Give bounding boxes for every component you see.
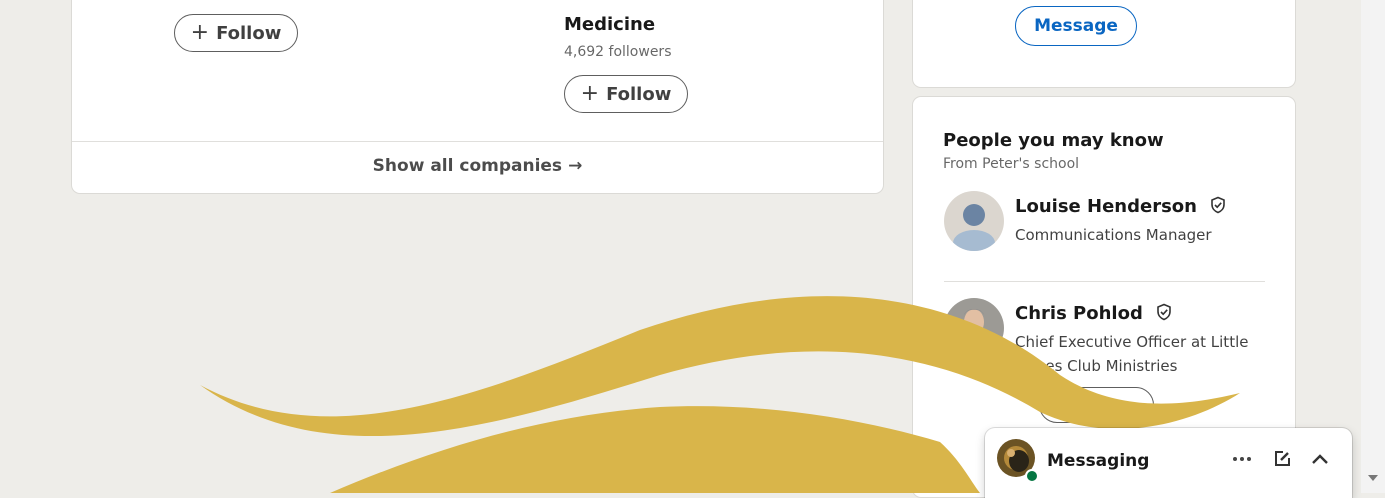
messaging-bar[interactable]: Messaging [985, 428, 1352, 498]
follow-button[interactable]: + Follow [174, 14, 298, 52]
chevron-up-icon[interactable] [1307, 446, 1333, 472]
profile-card: Message [913, 0, 1295, 87]
profile-photo [944, 298, 1004, 358]
person-headline: Chief Executive Officer at Little Pieces… [1015, 333, 1249, 375]
plus-icon: + [580, 81, 600, 106]
avatar[interactable] [944, 298, 1004, 358]
follow-label: Follow [606, 83, 672, 105]
companies-card: + Follow Medicine 4,692 followers + Foll… [72, 0, 883, 193]
message-button[interactable]: Message [1015, 6, 1137, 46]
divider [944, 281, 1265, 282]
show-all-companies-button[interactable]: Show all companies → [72, 141, 883, 191]
person-name[interactable]: Chris Pohlod [1015, 303, 1173, 326]
verified-shield-icon [1155, 303, 1173, 326]
scroll-down-arrow-icon[interactable] [1368, 475, 1378, 481]
company-followers: 4,692 followers [564, 44, 672, 60]
more-options-icon[interactable] [1229, 446, 1255, 472]
compose-message-icon[interactable] [1269, 446, 1295, 472]
section-title: People you may know [943, 130, 1164, 151]
page-scrollbar[interactable] [1361, 0, 1385, 493]
person-headline: Communications Manager [1015, 226, 1212, 244]
show-all-label: Show all companies [372, 156, 563, 176]
person-name-text: Louise Henderson [1015, 196, 1197, 217]
plus-icon: + [190, 20, 210, 45]
messaging-label[interactable]: Messaging [1047, 451, 1149, 471]
person-name[interactable]: Louise Henderson [1015, 196, 1227, 219]
default-avatar-icon [944, 191, 1004, 251]
person-name-text: Chris Pohlod [1015, 303, 1143, 324]
section-subtitle: From Peter's school [943, 156, 1080, 172]
verified-shield-icon [1209, 196, 1227, 219]
arrow-right-icon: → [568, 156, 583, 176]
company-name[interactable]: Medicine [564, 14, 655, 35]
follow-label: Follow [216, 22, 282, 44]
avatar[interactable] [944, 191, 1004, 251]
online-status-indicator [1025, 469, 1039, 483]
connect-button[interactable] [1039, 387, 1154, 423]
follow-button[interactable]: + Follow [564, 75, 688, 113]
